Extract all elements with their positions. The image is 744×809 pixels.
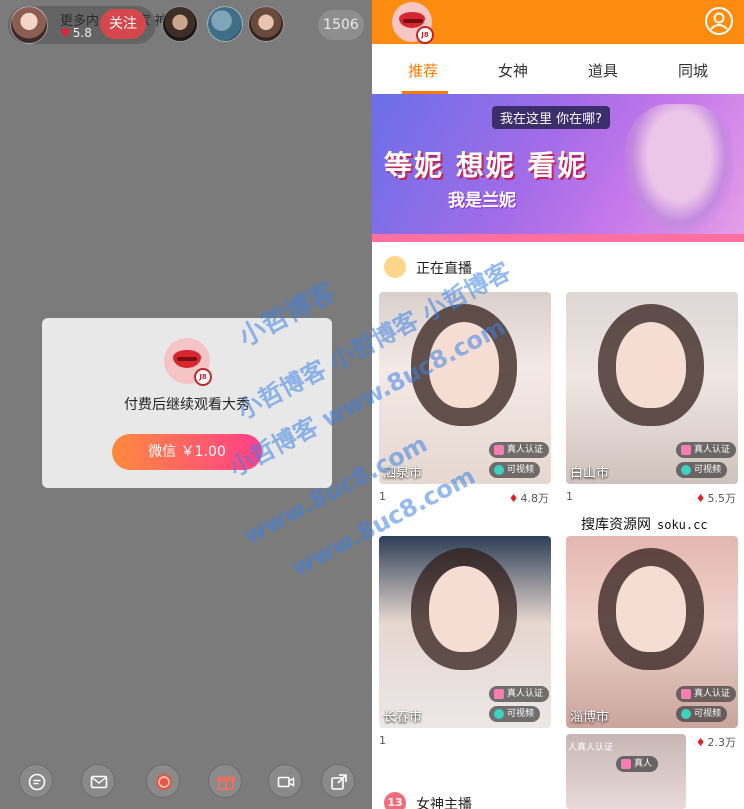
- portrait: [616, 566, 686, 652]
- category-tabs: 推荐 女神 道具 同城: [372, 44, 744, 94]
- card-city: 长春市: [383, 710, 423, 725]
- video-badge: 可视频: [489, 706, 541, 722]
- app-logo[interactable]: J8: [392, 2, 434, 44]
- shield-icon: [621, 759, 631, 769]
- anchor-avatar[interactable]: [10, 6, 48, 44]
- shield-icon: [494, 445, 504, 455]
- share-button[interactable]: [321, 764, 355, 798]
- banner-subtitle: 我是兰妮: [448, 191, 516, 211]
- card-heat: ♦ 5.5万: [695, 492, 736, 505]
- live-room: 更多内 家 ⓘ 家 神。 ♥5.8 关注 1506 J8 付费后继续观看大秀 微…: [0, 0, 372, 809]
- logo-badge: J8: [194, 368, 212, 386]
- mail-icon: [90, 775, 108, 789]
- shield-icon: [681, 445, 691, 455]
- verified-badge: 真人认证: [676, 686, 737, 702]
- tab-goddess[interactable]: 女神: [498, 60, 528, 81]
- viewer-avatar[interactable]: [248, 6, 284, 42]
- video-badge: 可视频: [489, 462, 541, 478]
- camera-button[interactable]: [268, 764, 302, 798]
- viewer-avatar[interactable]: [162, 6, 198, 42]
- card-rank: 1: [566, 490, 573, 503]
- video-badge: 可视频: [676, 706, 728, 722]
- goddess-badge-icon: 13: [384, 792, 406, 809]
- audience-count[interactable]: 1506: [318, 10, 364, 40]
- location-icon: [494, 709, 504, 719]
- fire-icon: ♦: [695, 736, 706, 749]
- location-icon: [494, 465, 504, 475]
- app-logo: J8: [164, 338, 212, 386]
- portrait: [429, 322, 499, 408]
- verified-badge: 真人认证: [489, 442, 550, 458]
- paywall-dialog: J8 付费后继续观看大秀 微信 ￥1.00: [42, 318, 332, 488]
- anchor-heat: ♥ 5.8: [60, 26, 92, 40]
- user-profile-icon[interactable]: [704, 6, 734, 36]
- live-section-header: 正在直播: [372, 252, 744, 282]
- tab-props[interactable]: 道具: [588, 60, 618, 81]
- video-badge: 可视频: [676, 462, 728, 478]
- logo-badge: J8: [416, 26, 434, 44]
- anchor-heat-value: 5.8: [72, 26, 92, 40]
- portrait: [429, 566, 499, 652]
- fire-icon: ♦: [508, 492, 519, 505]
- shield-icon: [681, 689, 691, 699]
- banner-image: [624, 104, 734, 234]
- card-city: 泗泉市: [383, 466, 423, 481]
- viewer-avatar[interactable]: [207, 6, 243, 42]
- card-rank: 1: [379, 490, 386, 503]
- banner-strip: [372, 234, 744, 242]
- card-heat: ♦ 2.3万: [695, 736, 736, 749]
- banner-tip: 我在这里 你在哪?: [492, 106, 611, 129]
- gift-icon: [217, 776, 235, 790]
- goddess-section-header: 13 女神主播: [372, 788, 744, 809]
- gift-button[interactable]: [208, 764, 242, 798]
- card-city: 白山市: [570, 466, 610, 481]
- flame-icon: [384, 256, 406, 278]
- portrait: [616, 322, 686, 408]
- verified-badge: 真人: [616, 756, 659, 772]
- heart-icon: ♥: [60, 26, 71, 40]
- card-city: 淄博市: [570, 710, 610, 725]
- share-icon: [331, 774, 347, 790]
- shield-icon: [494, 689, 504, 699]
- game-button[interactable]: [146, 764, 180, 798]
- tab-recommend[interactable]: 推荐: [408, 60, 438, 81]
- card-banner-text: 人真人认证: [568, 743, 614, 753]
- app-feed: J8 推荐 女神 道具 同城 我在这里 你在哪? 等妮 想妮 看妮 我是兰妮 正…: [372, 0, 744, 809]
- lips-icon: [173, 350, 201, 368]
- wechat-pay-button[interactable]: 微信 ￥1.00: [112, 434, 262, 470]
- camera-icon: [277, 776, 295, 788]
- location-icon: [681, 709, 691, 719]
- fire-icon: ♦: [695, 492, 706, 505]
- section-title: 正在直播: [416, 261, 472, 277]
- chat-button[interactable]: [19, 764, 53, 798]
- verified-badge: 真人认证: [676, 442, 737, 458]
- location-icon: [681, 465, 691, 475]
- card-heat: ♦ 4.8万: [508, 492, 549, 505]
- card-rank: 1: [379, 734, 386, 747]
- chat-icon: [28, 773, 46, 791]
- banner-headline: 等妮 想妮 看妮: [384, 149, 588, 182]
- site-watermark: 搜库资源网 soku.cc: [577, 512, 712, 536]
- follow-button[interactable]: 关注: [100, 9, 146, 39]
- message-button[interactable]: [81, 764, 115, 798]
- promo-banner[interactable]: 我在这里 你在哪? 等妮 想妮 看妮 我是兰妮: [372, 94, 744, 242]
- top-bar: J8: [372, 0, 744, 44]
- game-icon: [156, 774, 172, 790]
- section-title: 女神主播: [416, 797, 472, 809]
- paywall-message: 付费后继续观看大秀: [124, 397, 250, 413]
- verified-badge: 真人认证: [489, 686, 550, 702]
- tab-nearby[interactable]: 同城: [678, 60, 708, 81]
- screen: 更多内 家 ⓘ 家 神。 ♥5.8 关注 1506 J8 付费后继续观看大秀 微…: [0, 0, 744, 809]
